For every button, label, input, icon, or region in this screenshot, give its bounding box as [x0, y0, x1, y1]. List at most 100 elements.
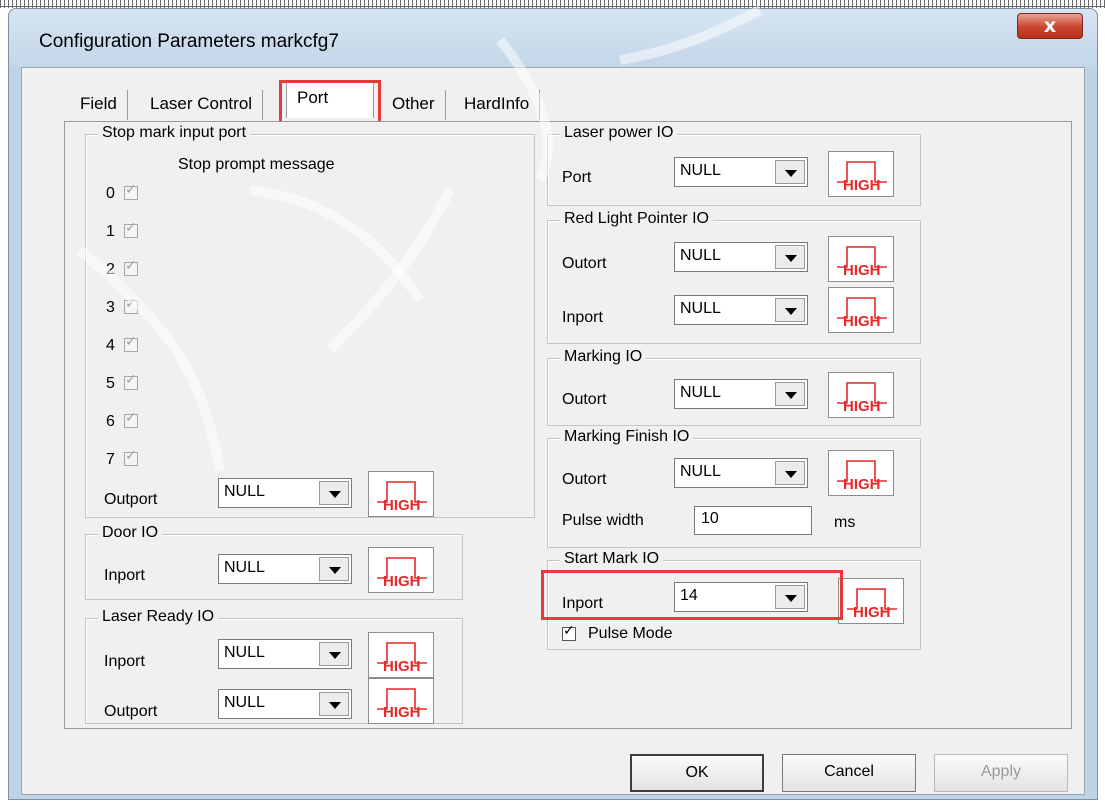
stop-input-checkbox-2[interactable]: ✓: [124, 258, 138, 276]
stop-input-index: 7: [106, 451, 115, 468]
high-label: HIGH: [843, 262, 881, 279]
red-light-outport-high-button[interactable]: HIGH: [828, 236, 894, 282]
red-light-outport-select[interactable]: NULL: [674, 242, 808, 272]
stop-input-checkbox-4[interactable]: ✓: [124, 334, 138, 352]
pulse-width-label: Pulse width: [562, 512, 644, 529]
apply-button[interactable]: Apply: [934, 754, 1068, 792]
marking-finish-outport-select[interactable]: NULL: [674, 458, 808, 488]
chevron-down-icon[interactable]: [319, 557, 349, 581]
high-label: HIGH: [843, 177, 881, 194]
tab-field[interactable]: Field: [70, 90, 128, 120]
door-inport-label: Inport: [104, 567, 145, 584]
laser-ready-outport-high-button[interactable]: HIGH: [368, 678, 434, 724]
high-label: HIGH: [383, 573, 421, 590]
dialog-client-area: Field Laser Control Port Other HardInfo …: [21, 67, 1085, 795]
chevron-down-icon[interactable]: [775, 160, 805, 184]
pulse-width-value: 10: [701, 510, 719, 527]
red-light-inport-high-button[interactable]: HIGH: [828, 287, 894, 333]
marking-outport-high-button[interactable]: HIGH: [828, 372, 894, 418]
close-button[interactable]: x: [1017, 13, 1083, 39]
marking-outport-select[interactable]: NULL: [674, 379, 808, 409]
red-light-inport-label: Inport: [562, 309, 603, 326]
stop-input-checkbox-6[interactable]: ✓: [124, 410, 138, 428]
door-inport-high-button[interactable]: HIGH: [368, 547, 434, 593]
chevron-down-icon[interactable]: [775, 245, 805, 269]
stop-outport-high-button[interactable]: HIGH: [368, 471, 434, 517]
pulse-width-input[interactable]: 10: [694, 506, 812, 535]
start-mark-inport-select[interactable]: 14: [674, 582, 808, 612]
pulse-mode-label: Pulse Mode: [588, 625, 673, 642]
high-label: HIGH: [853, 604, 891, 621]
tab-port[interactable]: Port: [286, 82, 374, 118]
stop-input-checkbox-3[interactable]: ✓: [124, 296, 138, 314]
title-bar[interactable]: Configuration Parameters markcfg7 x: [9, 9, 1097, 67]
high-label: HIGH: [843, 476, 881, 493]
marking-outport-label: Outort: [562, 391, 607, 408]
laser-ready-inport-high-button[interactable]: HIGH: [368, 632, 434, 678]
marking-finish-io-legend: Marking Finish IO: [560, 428, 694, 446]
tab-laser-control[interactable]: Laser Control: [140, 90, 264, 120]
red-light-inport-select[interactable]: NULL: [674, 295, 808, 325]
door-io-group: Door IO Inport NULL HIGH: [85, 524, 463, 600]
laser-ready-outport-select[interactable]: NULL: [218, 689, 352, 719]
stop-input-checkbox-0[interactable]: ✓: [124, 182, 138, 200]
stop-input-index: 5: [106, 375, 115, 392]
high-label: HIGH: [383, 658, 421, 675]
chevron-down-icon[interactable]: [319, 481, 349, 505]
laser-power-port-select[interactable]: NULL: [674, 157, 808, 187]
config-dialog: Configuration Parameters markcfg7 x Fiel…: [8, 8, 1098, 800]
stop-outport-label: Outport: [104, 491, 158, 508]
select-value: NULL: [680, 247, 721, 264]
stop-input-index: 0: [106, 185, 115, 202]
stop-input-index: 4: [106, 337, 115, 354]
select-value: NULL: [224, 483, 265, 500]
chevron-down-icon[interactable]: [319, 642, 349, 666]
stop-mark-group: Stop mark input port Stop prompt message…: [85, 124, 535, 518]
start-mark-io-group: Start Mark IO Inport 14 HIGH ✓ Pulse Mod…: [547, 550, 921, 650]
stop-input-index: 3: [106, 299, 115, 316]
stop-input-checkbox-5[interactable]: ✓: [124, 372, 138, 390]
select-value: 14: [680, 587, 698, 604]
stop-input-checkbox-7[interactable]: ✓: [124, 448, 138, 466]
laser-ready-io-legend: Laser Ready IO: [98, 608, 219, 626]
laser-power-port-label: Port: [562, 169, 592, 186]
chevron-down-icon[interactable]: [775, 461, 805, 485]
tab-hardinfo[interactable]: HardInfo: [454, 90, 541, 120]
select-value: NULL: [224, 694, 265, 711]
marking-io-group: Marking IO Outort NULL HIGH: [547, 348, 921, 426]
chevron-down-icon[interactable]: [775, 585, 805, 609]
red-light-io-legend: Red Light Pointer IO: [560, 210, 713, 228]
select-value: NULL: [680, 162, 721, 179]
high-label: HIGH: [843, 398, 881, 415]
chevron-down-icon[interactable]: [775, 298, 805, 322]
port-tab-panel: Stop mark input port Stop prompt message…: [64, 121, 1072, 729]
stop-input-index: 6: [106, 413, 115, 430]
high-label: HIGH: [383, 497, 421, 514]
laser-ready-inport-select[interactable]: NULL: [218, 639, 352, 669]
pulse-width-unit: ms: [834, 514, 856, 531]
red-light-outport-label: Outort: [562, 255, 607, 272]
start-mark-inport-label: Inport: [562, 595, 603, 612]
ok-button[interactable]: OK: [630, 754, 764, 792]
chevron-down-icon[interactable]: [319, 692, 349, 716]
stop-mark-legend: Stop mark input port: [98, 124, 251, 142]
start-mark-high-button[interactable]: HIGH: [838, 578, 904, 624]
red-light-io-group: Red Light Pointer IO Outort NULL HIGH In…: [547, 210, 921, 344]
chevron-down-icon[interactable]: [775, 382, 805, 406]
laser-power-high-button[interactable]: HIGH: [828, 151, 894, 197]
door-inport-select[interactable]: NULL: [218, 554, 352, 584]
select-value: NULL: [680, 384, 721, 401]
marking-finish-high-button[interactable]: HIGH: [828, 450, 894, 496]
laser-power-io-group: Laser power IO Port NULL HIGH: [547, 124, 921, 206]
stop-outport-select[interactable]: NULL: [218, 478, 352, 508]
select-value: NULL: [680, 463, 721, 480]
stop-input-index: 2: [106, 261, 115, 278]
pulse-mode-checkbox[interactable]: ✓: [562, 623, 576, 641]
start-mark-io-legend: Start Mark IO: [560, 550, 664, 568]
stop-input-checkbox-1[interactable]: ✓: [124, 220, 138, 238]
tab-other[interactable]: Other: [382, 90, 446, 120]
laser-ready-io-group: Laser Ready IO Inport NULL HIGH Outport …: [85, 608, 463, 724]
cancel-button[interactable]: Cancel: [782, 754, 916, 792]
top-ruler-strip: [0, 0, 1105, 8]
stop-input-index: 1: [106, 223, 115, 240]
